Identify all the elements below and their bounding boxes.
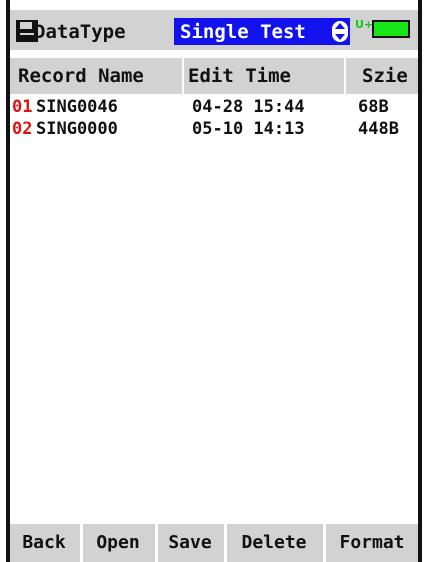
row-index: 02: [12, 119, 33, 139]
column-header-record-name[interactable]: Record Name: [18, 58, 144, 94]
record-edit-time: 04-28 15:44: [192, 97, 305, 117]
delete-button[interactable]: Delete: [227, 524, 321, 562]
format-button[interactable]: Format: [326, 524, 418, 562]
datatype-select[interactable]: Single Test: [174, 18, 350, 45]
table-row[interactable]: 02 SING0000 05-10 14:13 448B: [10, 118, 418, 140]
record-size: 68B: [358, 97, 389, 117]
header-bar: DataType Single Test U+: [10, 10, 418, 50]
datatype-select-value: Single Test: [180, 21, 306, 43]
column-header-row: Record Name Edit Time Szie: [10, 58, 418, 94]
file-manager-screen: DataType Single Test U+ Record Name Edit…: [6, 0, 422, 562]
column-divider: [344, 58, 346, 94]
record-edit-time: 05-10 14:13: [192, 119, 305, 139]
datatype-label: DataType: [34, 21, 126, 43]
record-name: SING0000: [36, 119, 118, 139]
record-name: SING0046: [36, 97, 118, 117]
bottom-toolbar: Back Open Save Delete Format: [10, 524, 418, 562]
column-header-edit-time[interactable]: Edit Time: [188, 58, 291, 94]
updown-stepper-icon[interactable]: [332, 21, 348, 42]
arrow-up-icon[interactable]: [335, 23, 345, 29]
usb-indicator: U+: [355, 18, 374, 31]
open-button[interactable]: Open: [83, 524, 153, 562]
table-row[interactable]: 01 SING0046 04-28 15:44 68B: [10, 96, 418, 118]
battery-icon: [372, 20, 410, 38]
save-button[interactable]: Save: [158, 524, 222, 562]
column-header-size[interactable]: Szie: [362, 58, 408, 94]
record-list: 01 SING0046 04-28 15:44 68B 02 SING0000 …: [10, 96, 418, 140]
row-index: 01: [12, 97, 33, 117]
column-divider: [182, 58, 184, 94]
record-size: 448B: [358, 119, 399, 139]
arrow-down-icon[interactable]: [335, 34, 345, 40]
back-button[interactable]: Back: [10, 524, 78, 562]
